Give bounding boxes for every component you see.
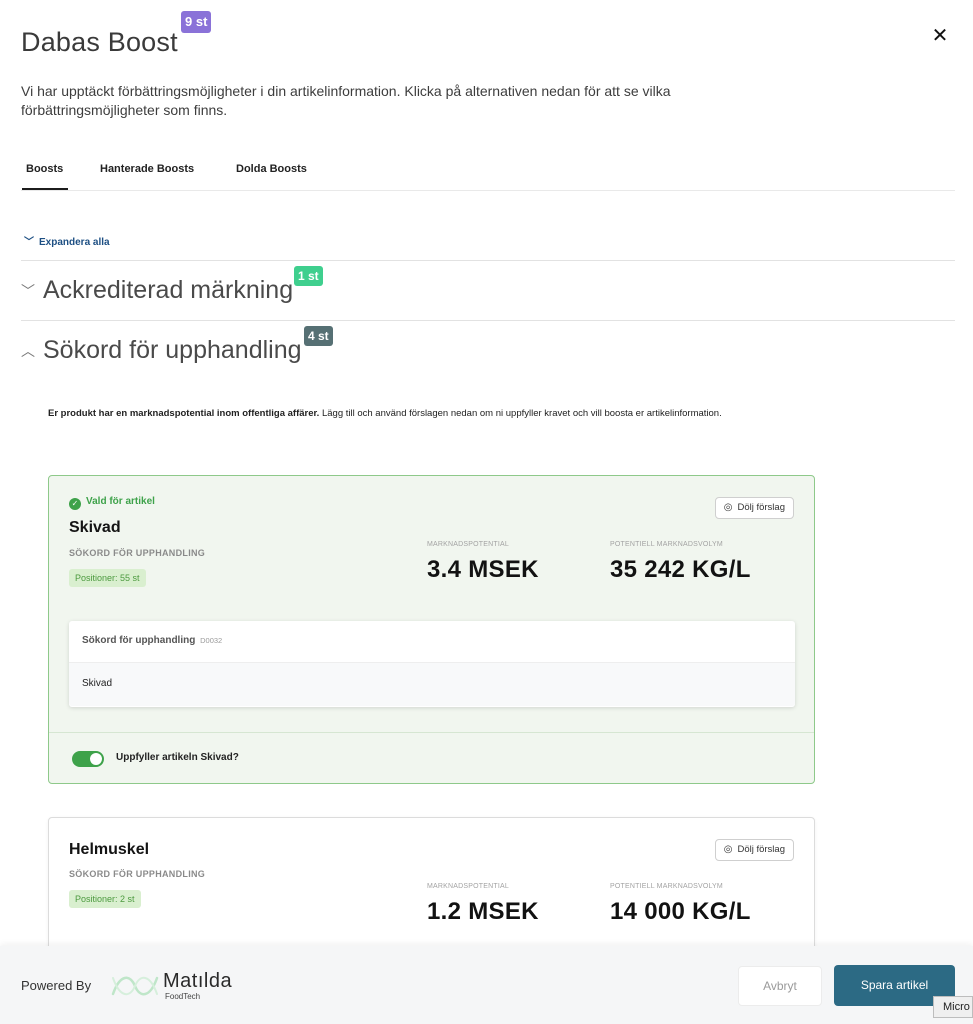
- section-count-badge: 4 st: [304, 326, 333, 346]
- hide-suggestion-button[interactable]: ◎ Dölj förslag: [714, 839, 794, 861]
- tab-boosts[interactable]: Boosts: [21, 163, 69, 190]
- boost-card-selected: ✓ Vald för artikel Skivad SÖKORD FÖR UPPH…: [48, 475, 815, 784]
- chevron-up-icon: ︿: [21, 343, 35, 360]
- dialog-title-wrap: Dabas Boost: [21, 27, 178, 58]
- market-potential-label: MARKNADSPOTENTIAL: [427, 541, 509, 548]
- dialog-title: Dabas Boost: [21, 27, 178, 57]
- market-volume-value: 14 000 KG/L: [610, 898, 751, 925]
- field-preview-box: Sökord för upphandling D0032 Skivad: [69, 621, 795, 707]
- section-description-rest: Lägg till och använd förslagen nedan om …: [319, 408, 722, 419]
- market-volume-value: 35 242 KG/L: [610, 556, 751, 583]
- field-value: Skivad: [69, 663, 795, 706]
- tooltip: Micro: [933, 996, 973, 1018]
- toggle-knob: [90, 753, 102, 765]
- boost-type: SÖKORD FÖR UPPHANDLING: [69, 869, 206, 879]
- section-header-ackrediterad[interactable]: ﹀ Ackrediterad märkning: [21, 276, 293, 305]
- market-potential-value: 1.2 MSEK: [427, 898, 539, 925]
- hide-suggestion-label: Dölj förslag: [737, 844, 785, 855]
- market-volume-label: POTENTIELL MARKNADSVOLYM: [610, 541, 723, 548]
- market-potential-value: 3.4 MSEK: [427, 556, 539, 583]
- hide-suggestion-label: Dölj förslag: [737, 502, 785, 513]
- tab-hanterade-boosts[interactable]: Hanterade Boosts: [100, 163, 194, 175]
- card-footer: Uppfyller artikeln Skivad?: [49, 732, 814, 784]
- section-title: Sökord för upphandling: [43, 336, 302, 364]
- selected-status: ✓ Vald för artikel: [69, 496, 155, 510]
- logo-name: Matılda: [163, 970, 233, 992]
- divider: [21, 260, 955, 261]
- close-icon[interactable]: ✕: [928, 24, 952, 48]
- section-description-bold: Er produkt har en marknadspotential inom…: [48, 408, 320, 419]
- market-volume-label: POTENTIELL MARKNADSVOLYM: [610, 883, 723, 890]
- field-code: D0032: [200, 636, 223, 645]
- market-potential-label: MARKNADSPOTENTIAL: [427, 883, 509, 890]
- tab-dolda-boosts[interactable]: Dolda Boosts: [236, 163, 307, 175]
- chevron-down-icon: ﹀: [24, 237, 34, 248]
- selected-status-label: Vald för artikel: [86, 496, 155, 507]
- section-header-sokord[interactable]: ︿ Sökord för upphandling: [21, 336, 302, 365]
- expand-all-label: Expandera alla: [39, 237, 110, 248]
- hide-suggestion-button[interactable]: ◎ Dölj förslag: [714, 497, 794, 519]
- boost-name: Helmuskel: [69, 841, 150, 858]
- fulfills-question: Uppfyller artikeln Skivad?: [116, 752, 239, 763]
- intro-text: Vi har upptäckt förbättringsmöjligheter …: [21, 83, 671, 118]
- eye-slash-icon: ◎: [723, 844, 733, 855]
- chevron-down-icon: ﹀: [21, 283, 35, 300]
- positions-badge: Positioner: 2 st: [69, 890, 141, 908]
- check-circle-icon: ✓: [69, 498, 81, 510]
- section-count-badge: 1 st: [294, 266, 323, 286]
- cancel-button[interactable]: Avbryt: [738, 966, 822, 1006]
- expand-all-link[interactable]: ﹀ Expandera alla: [24, 233, 110, 248]
- logo-subtitle: FoodTech: [165, 992, 201, 1001]
- divider: [21, 320, 955, 321]
- total-count-badge: 9 st: [181, 11, 212, 33]
- boost-name: Skivad: [69, 519, 121, 536]
- boost-type: SÖKORD FÖR UPPHANDLING: [69, 548, 206, 558]
- positions-badge: Positioner: 55 st: [69, 569, 146, 587]
- section-title: Ackrediterad märkning: [43, 276, 294, 304]
- field-preview-header: Sökord för upphandling D0032: [69, 621, 795, 663]
- tab-bar: Boosts Hanterade Boosts Dolda Boosts: [21, 160, 955, 191]
- field-title: Sökord för upphandling: [82, 635, 196, 646]
- eye-slash-icon: ◎: [723, 502, 733, 513]
- powered-by-label: Powered By: [21, 978, 92, 993]
- matilda-logo-icon: [111, 976, 159, 996]
- dialog-footer: Powered By Matılda FoodTech Avbryt Spara…: [0, 946, 973, 1024]
- section-description: Er produkt har en marknadspotential inom…: [48, 406, 788, 422]
- fulfills-toggle[interactable]: [72, 751, 104, 767]
